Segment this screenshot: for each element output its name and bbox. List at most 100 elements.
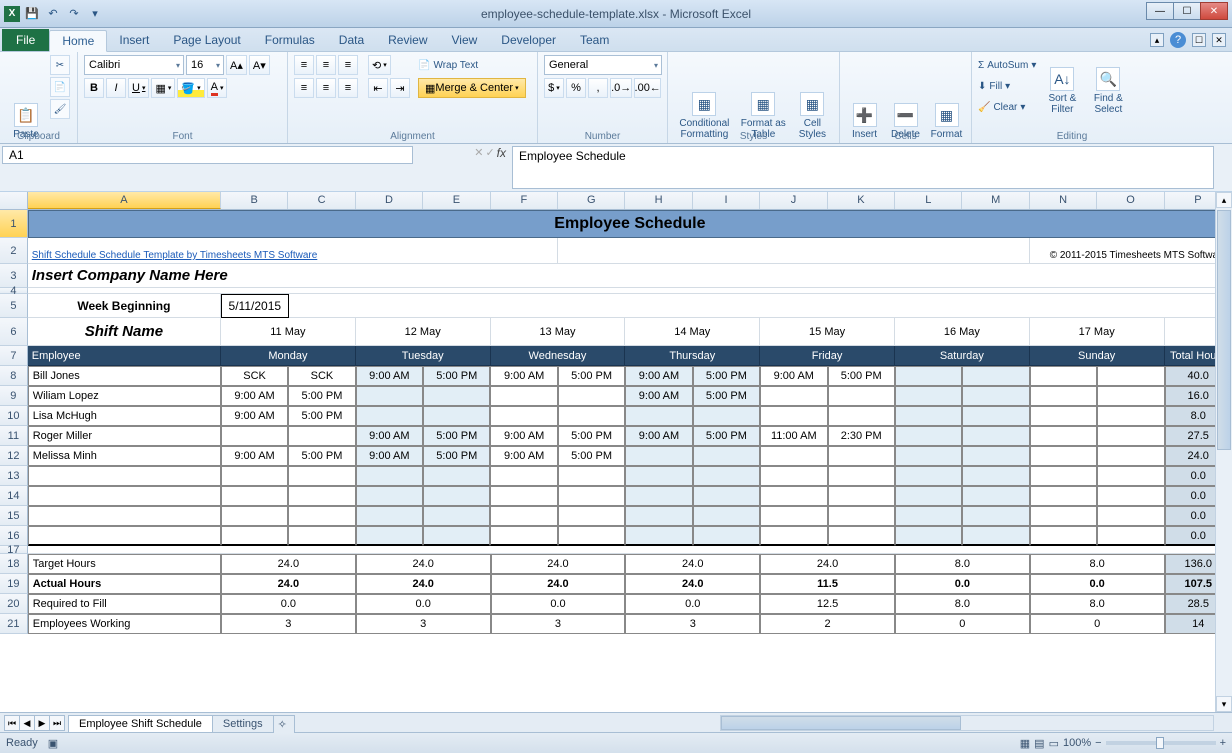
fill-color-button[interactable]: 🪣 — [177, 78, 204, 98]
cell[interactable]: 9:00 AM — [221, 386, 288, 406]
accounting-format-button[interactable]: $ — [544, 78, 564, 98]
spreadsheet[interactable]: ABCDEFGHIJKLMNOP 1Employee Schedule2Shif… — [0, 192, 1232, 712]
row-header[interactable]: 10 — [0, 406, 28, 426]
cell[interactable]: 9:00 AM — [760, 366, 827, 386]
cell[interactable]: 0.0 — [895, 574, 1030, 594]
find-select-button[interactable]: 🔍Find & Select — [1088, 55, 1128, 117]
cell[interactable]: Week Beginning — [28, 294, 221, 318]
cell[interactable]: 9:00 AM — [490, 366, 557, 386]
column-header[interactable]: B — [221, 192, 288, 209]
cell[interactable]: Lisa McHugh — [28, 406, 221, 426]
column-header[interactable]: G — [558, 192, 625, 209]
cell[interactable]: 5:00 PM — [558, 426, 625, 446]
cell[interactable] — [828, 466, 895, 486]
cell[interactable]: 8.0 — [1030, 594, 1165, 614]
row-header[interactable]: 5 — [0, 294, 28, 318]
cell[interactable] — [288, 486, 355, 506]
cell[interactable]: Thursday — [625, 346, 760, 366]
cell[interactable]: 9:00 AM — [490, 426, 557, 446]
cell[interactable] — [828, 446, 895, 466]
cell[interactable] — [1097, 526, 1164, 546]
cell[interactable] — [895, 506, 962, 526]
qat-save-icon[interactable]: 💾 — [23, 5, 41, 23]
cell[interactable] — [423, 406, 490, 426]
cell[interactable] — [1030, 506, 1097, 526]
cell[interactable] — [423, 486, 490, 506]
cell[interactable]: 3 — [625, 614, 760, 634]
row-header[interactable]: 11 — [0, 426, 28, 446]
cell[interactable] — [962, 406, 1029, 426]
cell[interactable]: 3 — [491, 614, 626, 634]
cell[interactable] — [625, 526, 692, 546]
hscroll-thumb[interactable] — [721, 716, 961, 730]
cell[interactable] — [895, 526, 962, 546]
column-header[interactable]: F — [491, 192, 558, 209]
cell[interactable] — [962, 386, 1029, 406]
cell[interactable] — [962, 486, 1029, 506]
cell[interactable]: 0.0 — [491, 594, 626, 614]
cell[interactable] — [423, 466, 490, 486]
cell[interactable]: 5:00 PM — [288, 406, 355, 426]
cell[interactable]: 0 — [895, 614, 1030, 634]
cell[interactable] — [490, 486, 557, 506]
cell[interactable]: 3 — [356, 614, 491, 634]
cell[interactable]: 24.0 — [221, 574, 356, 594]
row-header[interactable]: 12 — [0, 446, 28, 466]
cell[interactable]: 17 May — [1030, 318, 1165, 346]
row-header[interactable]: 13 — [0, 466, 28, 486]
row-header[interactable]: 9 — [0, 386, 28, 406]
cell[interactable] — [221, 486, 288, 506]
template-link[interactable]: Shift Schedule Schedule Template by Time… — [32, 250, 318, 261]
cell[interactable]: 9:00 AM — [356, 366, 423, 386]
cell-styles-button[interactable]: ▦ Cell Styles — [792, 55, 833, 142]
clear-button[interactable]: 🧹 Clear ▾ — [978, 97, 1036, 117]
cell[interactable] — [895, 446, 962, 466]
cell[interactable]: 5:00 PM — [423, 426, 490, 446]
formula-bar[interactable]: Employee Schedule — [512, 146, 1214, 189]
cell[interactable]: 5:00 PM — [693, 386, 760, 406]
format-as-table-button[interactable]: ▦ Format as Table — [739, 55, 788, 142]
italic-button[interactable]: I — [106, 78, 126, 98]
file-tab[interactable]: File — [2, 29, 49, 51]
cell[interactable]: 12 May — [356, 318, 491, 346]
cell[interactable] — [1030, 526, 1097, 546]
cell[interactable] — [693, 486, 760, 506]
cell[interactable]: 9:00 AM — [625, 426, 692, 446]
cell[interactable] — [490, 506, 557, 526]
zoom-slider[interactable] — [1106, 741, 1216, 745]
cell[interactable] — [1030, 426, 1097, 446]
cell[interactable] — [28, 526, 221, 546]
cell[interactable] — [28, 546, 1232, 554]
zoom-in-button[interactable]: + — [1220, 737, 1226, 749]
cell[interactable]: Employees Working — [28, 614, 221, 634]
review-tab[interactable]: Review — [376, 29, 439, 51]
scroll-up-button[interactable]: ▴ — [1216, 192, 1232, 208]
cell[interactable]: 15 May — [760, 318, 895, 346]
cell[interactable]: Actual Hours — [28, 574, 221, 594]
insert-cells-button[interactable]: ➕Insert — [846, 55, 883, 142]
cell[interactable]: 9:00 AM — [356, 446, 423, 466]
cancel-formula-icon[interactable]: ✕ — [474, 146, 483, 159]
doc-close-button[interactable]: ✕ — [1212, 33, 1226, 47]
view-normal-icon[interactable]: ▦ — [1020, 737, 1030, 750]
cell[interactable] — [558, 406, 625, 426]
cell[interactable] — [1097, 386, 1164, 406]
cell[interactable] — [693, 506, 760, 526]
tab-nav-prev[interactable]: ◀ — [19, 715, 35, 731]
cell[interactable]: Bill Jones — [28, 366, 221, 386]
cell[interactable]: 24.0 — [491, 574, 626, 594]
row-header[interactable]: 1 — [0, 210, 28, 238]
font-name-combo[interactable]: Calibri — [84, 55, 184, 75]
cell[interactable]: 8.0 — [1030, 554, 1165, 574]
cell[interactable] — [693, 406, 760, 426]
cell[interactable]: 14 May — [625, 318, 760, 346]
cell[interactable] — [356, 406, 423, 426]
cell[interactable] — [288, 506, 355, 526]
help-icon[interactable]: ? — [1170, 32, 1186, 48]
cell[interactable]: Employee Schedule — [28, 210, 1232, 238]
vertical-scrollbar[interactable]: ▴ ▾ — [1215, 192, 1232, 712]
wrap-text-button[interactable]: 📄 Wrap Text — [418, 55, 526, 75]
minimize-ribbon-button[interactable]: ▴ — [1150, 33, 1164, 47]
cell[interactable] — [1097, 506, 1164, 526]
column-header[interactable]: C — [288, 192, 355, 209]
